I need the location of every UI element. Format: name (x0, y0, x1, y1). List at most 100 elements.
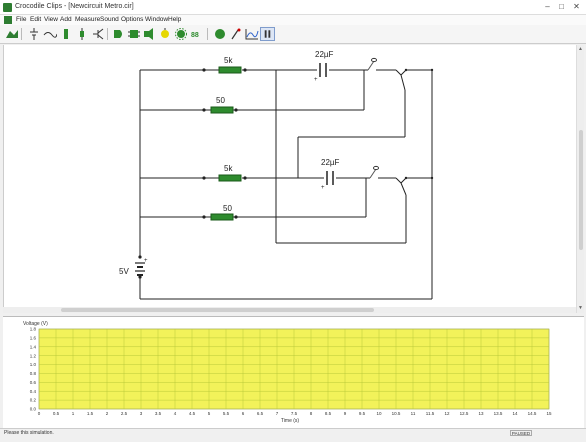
menu-measure[interactable]: Measure (75, 16, 100, 23)
resistor-5k-top[interactable] (218, 66, 242, 74)
window-title: Crocodile Clips - [Newcircuit Metro.cir] (15, 3, 134, 10)
switch-icon (63, 29, 68, 39)
x-tick-label: 13 (478, 411, 484, 416)
x-tick-label: 11 (411, 411, 416, 416)
x-tick-label: 3 (140, 411, 143, 416)
resistor-50-top[interactable] (210, 106, 234, 114)
resistor-label: 50 (216, 96, 225, 105)
logic-gate-button[interactable] (111, 27, 126, 41)
x-tick-label: 1 (72, 411, 75, 416)
y-tick-labels: 1.8 1.6 1.4 1.2 1.0 0.8 0.6 0.4 0.2 0.0 (30, 327, 37, 412)
x-tick-label: 12 (444, 411, 450, 416)
voltage-time-graph[interactable]: Voltage (V) 1.81.61.41.21.00.80.60.40.20… (3, 317, 584, 429)
x-tick-label: 4.5 (189, 411, 196, 416)
x-tick-label: 4 (174, 411, 177, 416)
circuit-canvas[interactable]: 5k 50 5k 50 22µF + 22µF + 5V + (3, 45, 576, 307)
graph-icon (245, 29, 258, 40)
y-tick-label: 1.4 (30, 344, 37, 349)
resistor-label: 5k (224, 56, 233, 65)
y-tick-label: 1.8 (30, 327, 37, 332)
x-tick-label: 15 (546, 411, 552, 416)
application-window: Crocodile Clips - [Newcircuit Metro.cir]… (0, 0, 586, 442)
close-button[interactable]: ✕ (571, 2, 582, 12)
circuit-diagram: 5k 50 5k 50 22µF + 22µF + 5V + (119, 50, 434, 300)
led-icon (160, 28, 169, 38)
gear-icon (174, 28, 187, 40)
capacitor-bottom[interactable] (326, 171, 334, 185)
led-button[interactable] (157, 27, 172, 41)
resistor-label: 5k (224, 164, 233, 173)
display-icon: 88 (191, 32, 199, 39)
resistor-50-bottom[interactable] (210, 213, 234, 221)
chip-button[interactable] (126, 27, 141, 41)
probe-marker-icon[interactable] (367, 57, 377, 71)
scroll-up-icon[interactable]: ▲ (578, 46, 583, 52)
menu-bar: File Edit View Add Measure Sound Options… (0, 15, 586, 25)
menu-options[interactable]: Options (121, 16, 143, 23)
x-tick-label: 1.5 (87, 411, 94, 416)
transistor-icon (92, 28, 103, 40)
battery-icon (29, 28, 38, 40)
display-button[interactable]: 88 (189, 27, 204, 41)
component-bin-icon (5, 30, 18, 38)
chip-icon (127, 30, 140, 38)
x-tick-label: 10.5 (392, 411, 401, 416)
scroll-down-icon[interactable]: ▼ (578, 305, 583, 311)
graph-button[interactable] (244, 27, 259, 41)
battery-5v[interactable] (135, 262, 145, 276)
pause-icon (264, 30, 271, 38)
menu-add[interactable]: Add (60, 16, 72, 23)
y-tick-label: 0.8 (30, 371, 37, 376)
meter-button[interactable] (212, 27, 227, 41)
logic-gate-icon (113, 30, 122, 38)
switch-button[interactable] (58, 27, 73, 41)
x-tick-label: 6.5 (257, 411, 264, 416)
x-tick-label: 7.5 (291, 411, 298, 416)
x-tick-label: 8 (310, 411, 313, 416)
x-tick-label: 8.5 (325, 411, 332, 416)
resistor-label: 50 (223, 204, 232, 213)
resistor-5k-bottom[interactable] (218, 174, 242, 182)
battery-polarity: + (144, 258, 148, 264)
maximize-button[interactable]: □ (556, 2, 567, 12)
app-logo-icon (3, 3, 12, 12)
vertical-scrollbar[interactable]: ▲ ▼ (576, 45, 584, 313)
meter-icon (214, 29, 225, 39)
menu-view[interactable]: View (44, 16, 58, 23)
menu-help[interactable]: Help (168, 16, 181, 23)
x-tick-label: 2 (106, 411, 109, 416)
vertical-scroll-thumb[interactable] (579, 130, 583, 250)
menu-sound[interactable]: Sound (100, 16, 119, 23)
menu-file[interactable]: File (16, 16, 26, 23)
y-tick-label: 1.2 (30, 353, 37, 358)
minimize-button[interactable]: – (542, 2, 553, 12)
x-tick-label: 0 (38, 411, 41, 416)
horizontal-scroll-thumb[interactable] (61, 308, 374, 312)
output-button[interactable] (141, 27, 156, 41)
junction-dots (138, 68, 434, 279)
x-tick-label: 10 (376, 411, 382, 416)
x-tick-label: 2.5 (121, 411, 128, 416)
x-tick-label: 5 (208, 411, 211, 416)
probe-marker-icon[interactable] (369, 165, 379, 179)
document-icon[interactable] (4, 16, 12, 24)
resistor-button[interactable] (74, 27, 89, 41)
horizontal-scrollbar[interactable] (3, 307, 576, 313)
wire-button[interactable] (42, 27, 57, 41)
circuit-wires (139, 69, 433, 300)
x-tick-label: 0.5 (53, 411, 60, 416)
x-tick-labels: 0 0.5 1 1.5 2 2.5 3 3.5 4 4.5 5 5.5 6 6.5 7 7.5 8 8.5 9 9.5… (38, 411, 552, 416)
status-indicator: PAUSED (510, 430, 532, 436)
menu-window[interactable]: Window (145, 16, 168, 23)
motor-button[interactable] (173, 27, 188, 41)
menu-edit[interactable]: Edit (30, 16, 41, 23)
battery-button[interactable] (26, 27, 41, 41)
capacitor-label: 22µF (321, 158, 340, 167)
transistor-button[interactable] (90, 27, 105, 41)
graph-panel: Voltage (V) 1.8 1.6 1.4 1.2 1.0 0.8 0.6 0.4 0.2 0… (3, 316, 584, 428)
component-bin-button[interactable] (4, 27, 19, 41)
probe-button[interactable] (228, 27, 243, 41)
capacitor-top[interactable] (319, 63, 327, 77)
x-tick-label: 14 (512, 411, 518, 416)
pause-button[interactable] (260, 27, 275, 41)
